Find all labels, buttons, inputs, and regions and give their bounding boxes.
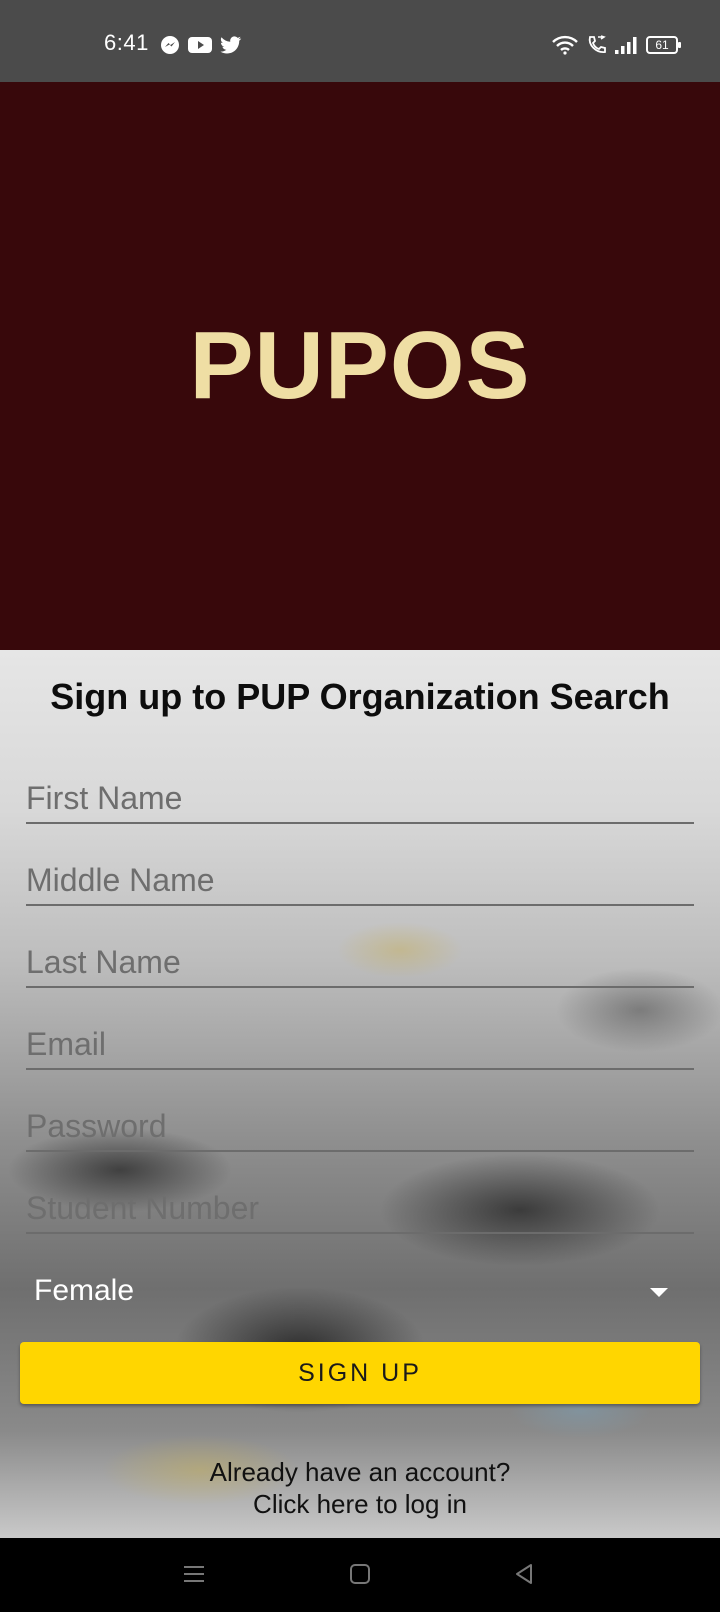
first-name-field-wrapper bbox=[26, 766, 694, 824]
password-field-wrapper bbox=[26, 1094, 694, 1152]
middle-name-input[interactable] bbox=[26, 848, 694, 904]
youtube-icon bbox=[188, 36, 212, 54]
signal-icon bbox=[614, 35, 638, 55]
email-field-wrapper bbox=[26, 1012, 694, 1070]
wifi-icon bbox=[552, 35, 578, 55]
login-prompt-text: Already have an account? bbox=[209, 1457, 511, 1487]
last-name-field-wrapper bbox=[26, 930, 694, 988]
first-name-input[interactable] bbox=[26, 766, 694, 822]
messenger-icon bbox=[160, 35, 180, 55]
last-name-input[interactable] bbox=[26, 930, 694, 986]
status-time: 6:41 bbox=[104, 30, 149, 55]
student-number-input[interactable] bbox=[26, 1176, 694, 1232]
signup-button[interactable]: SIGN UP bbox=[20, 1342, 700, 1404]
gender-dropdown[interactable]: Female bbox=[26, 1262, 694, 1322]
status-system-icons: 61 bbox=[552, 32, 682, 58]
back-icon[interactable] bbox=[512, 1562, 536, 1586]
app-header: PUPOS bbox=[0, 82, 720, 650]
password-input[interactable] bbox=[26, 1094, 694, 1150]
gender-selected-value: Female bbox=[34, 1274, 135, 1307]
email-input[interactable] bbox=[26, 1012, 694, 1068]
battery-level: 61 bbox=[655, 38, 669, 52]
login-link-text[interactable]: Click here to log in bbox=[0, 1488, 720, 1520]
navigation-bar bbox=[0, 1538, 720, 1612]
form-title: Sign up to PUP Organization Search bbox=[50, 676, 670, 717]
app-logo-text: PUPOS bbox=[189, 312, 531, 419]
middle-name-field-wrapper bbox=[26, 848, 694, 906]
login-link[interactable]: Already have an account? Click here to l… bbox=[0, 1456, 720, 1520]
call-icon bbox=[586, 35, 606, 55]
dropdown-arrow-icon bbox=[650, 1288, 668, 1297]
battery-icon: 61 bbox=[646, 35, 682, 55]
signup-form: Sign up to PUP Organization Search Femal… bbox=[0, 650, 720, 1538]
student-number-field-wrapper bbox=[26, 1176, 694, 1234]
home-icon[interactable] bbox=[348, 1562, 372, 1586]
status-bar: 6:41 61 bbox=[0, 0, 720, 82]
status-app-icons bbox=[160, 34, 242, 56]
menu-icon[interactable] bbox=[182, 1562, 206, 1586]
twitter-icon bbox=[220, 36, 242, 54]
